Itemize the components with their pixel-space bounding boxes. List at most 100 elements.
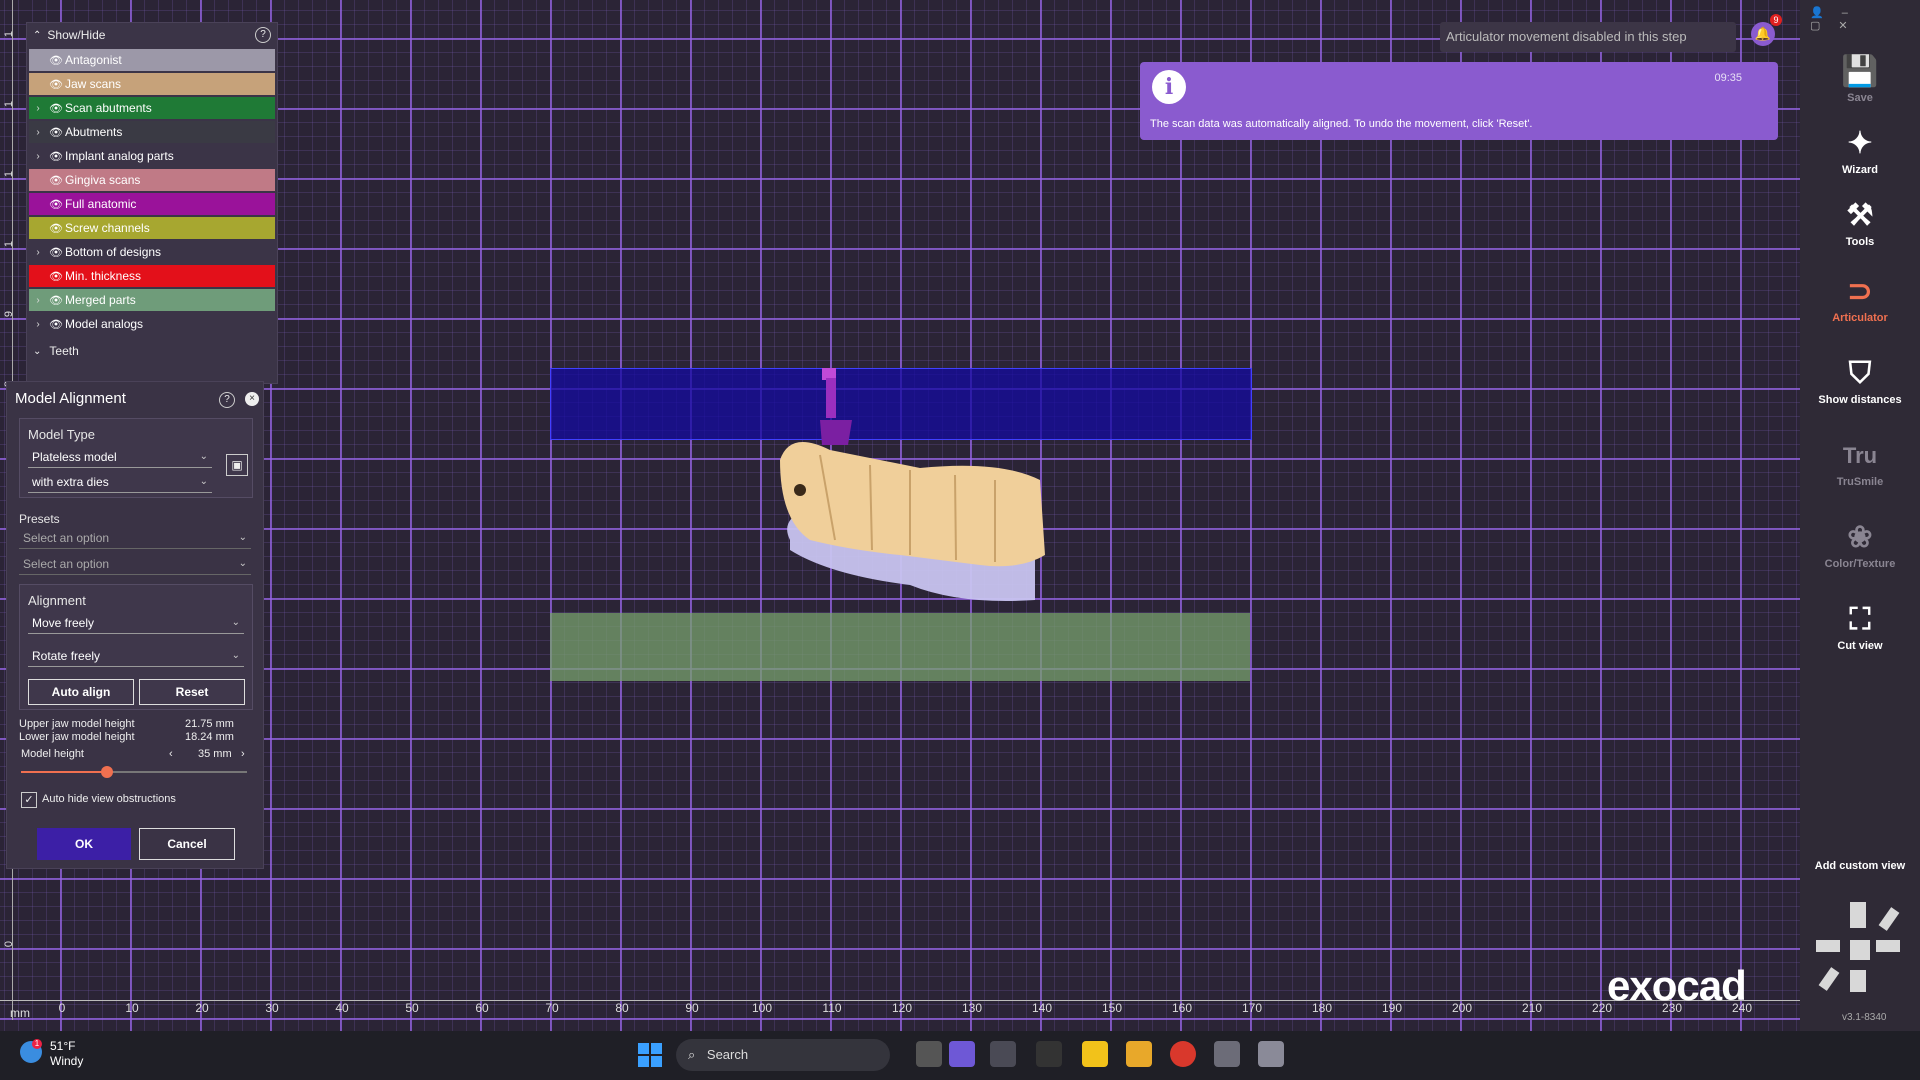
- tools-tool[interactable]: ⚒ Tools: [1800, 196, 1920, 248]
- layer-row[interactable]: › 👁 Merged parts: [29, 289, 275, 311]
- chevron-right-icon[interactable]: ›: [29, 295, 47, 306]
- show-hide-list: 👁 Antagonist 👁 Jaw scans › 👁 Scan abutments › 👁 A…: [27, 49, 277, 335]
- info-notification[interactable]: i 09:35 The scan data was automatically …: [1140, 62, 1778, 140]
- chevron-right-icon[interactable]: ›: [29, 247, 47, 258]
- model-alignment-dialog: Model Alignment ? × Model Type Plateless…: [6, 381, 264, 869]
- save-tool[interactable]: 💾 Save: [1800, 52, 1920, 104]
- show-hide-header[interactable]: ⌃ Show/Hide ?: [27, 23, 277, 47]
- reset-button[interactable]: Reset: [139, 679, 245, 705]
- wizard-tool[interactable]: ✦ Wizard: [1800, 124, 1920, 176]
- layer-label: Bottom of designs: [65, 245, 162, 259]
- chrome-icon[interactable]: [1170, 1041, 1196, 1067]
- ruler-y-label: 1: [3, 170, 16, 178]
- alignment-label: Alignment: [28, 593, 86, 608]
- ruler-tick-label: 140: [1031, 1001, 1053, 1015]
- file-explorer-icon[interactable]: [1126, 1041, 1152, 1067]
- decrease-arrow[interactable]: ‹: [169, 748, 173, 760]
- help-icon[interactable]: ?: [219, 392, 235, 408]
- rotate-select[interactable]: Rotate freely ⌄: [28, 646, 244, 667]
- eye-icon[interactable]: 👁: [47, 294, 65, 307]
- eye-icon[interactable]: 👁: [47, 54, 65, 67]
- add-custom-view-button[interactable]: Add custom view: [1800, 860, 1920, 872]
- ruler-tick-label: 10: [125, 1001, 139, 1015]
- weather-widget[interactable]: 51°F Windy: [50, 1039, 83, 1069]
- chevron-right-icon[interactable]: ›: [29, 127, 47, 138]
- layer-row[interactable]: 👁 Screw channels: [29, 217, 275, 239]
- notification-time: 09:35: [1714, 72, 1742, 84]
- cad-app-icon[interactable]: [1258, 1041, 1284, 1067]
- notification-message: The scan data was automatically aligned.…: [1150, 118, 1533, 130]
- next-app-icon[interactable]: [1036, 1041, 1062, 1067]
- eye-icon[interactable]: 👁: [47, 198, 65, 211]
- trusmile-tool[interactable]: Tru TruSmile: [1800, 436, 1920, 488]
- layer-row[interactable]: 👁 Jaw scans: [29, 73, 275, 95]
- model-type-select[interactable]: Plateless model ⌄: [28, 447, 212, 468]
- color-texture-tool[interactable]: ❀ Color/Texture: [1800, 518, 1920, 570]
- show-distances-tool[interactable]: ⛉ Show distances: [1800, 354, 1920, 406]
- task-view-icon[interactable]: [916, 1041, 942, 1067]
- chevron-down-icon[interactable]: ⌄: [33, 346, 41, 357]
- articulator-tool-label: Articulator: [1832, 312, 1888, 324]
- layer-row[interactable]: 👁 Antagonist: [29, 49, 275, 71]
- save-preset-icon[interactable]: ▣: [226, 454, 248, 476]
- dies-select[interactable]: with extra dies ⌄: [28, 472, 212, 493]
- layer-row[interactable]: 👁 Min. thickness: [29, 265, 275, 287]
- eye-icon[interactable]: 👁: [47, 174, 65, 187]
- preset-select-2[interactable]: Select an option ⌄: [19, 554, 251, 575]
- lower-model-plate[interactable]: [550, 613, 1250, 681]
- jaw-scan-model[interactable]: [760, 350, 1070, 610]
- articulator-icon: ⊃: [1847, 275, 1873, 308]
- ruler-tick-label: 0: [58, 1001, 66, 1015]
- layer-row[interactable]: 👁 Gingiva scans: [29, 169, 275, 191]
- cut-view-tool[interactable]: ⛶ Cut view: [1800, 600, 1920, 652]
- eye-icon[interactable]: 👁: [47, 318, 65, 331]
- increase-arrow[interactable]: ›: [241, 748, 245, 760]
- help-icon[interactable]: ?: [255, 27, 271, 43]
- preset-select-1[interactable]: Select an option ⌄: [19, 528, 251, 549]
- chevron-right-icon[interactable]: ›: [29, 319, 47, 330]
- eye-icon[interactable]: 👁: [47, 102, 65, 115]
- eye-icon[interactable]: 👁: [47, 270, 65, 283]
- model-type-value: Plateless model: [32, 450, 117, 464]
- layer-row[interactable]: › 👁 Model analogs: [29, 313, 275, 335]
- tools-tool-label: Tools: [1845, 236, 1875, 248]
- layer-row[interactable]: 👁 Full anatomic: [29, 193, 275, 215]
- eye-icon[interactable]: 👁: [47, 78, 65, 91]
- ok-button[interactable]: OK: [37, 828, 131, 860]
- windows-start-icon[interactable]: [638, 1043, 662, 1067]
- layer-row[interactable]: › 👁 Scan abutments: [29, 97, 275, 119]
- teams-icon[interactable]: [949, 1041, 975, 1067]
- ruler-tick-label: 60: [475, 1001, 489, 1015]
- show-hide-title: Show/Hide: [47, 28, 106, 42]
- window-controls[interactable]: 👤–▢✕: [1810, 6, 1920, 32]
- cancel-button[interactable]: Cancel: [139, 828, 235, 860]
- model-height-slider[interactable]: [21, 766, 247, 778]
- bell-icon[interactable]: 🔔: [1751, 22, 1775, 46]
- chevron-right-icon[interactable]: ›: [29, 103, 47, 114]
- ruler-tick-label: 170: [1241, 1001, 1263, 1015]
- chevron-up-icon[interactable]: ⌃: [33, 30, 41, 41]
- chevron-right-icon[interactable]: ›: [29, 151, 47, 162]
- show-distances-label: Show distances: [1818, 394, 1902, 406]
- eye-icon[interactable]: 👁: [47, 222, 65, 235]
- lower-jaw-height-value: 18.24 mm: [185, 731, 234, 743]
- auto-hide-checkbox[interactable]: ✓: [21, 792, 37, 808]
- ruler-y-label: 1: [3, 100, 16, 108]
- slider-handle[interactable]: [100, 766, 113, 778]
- sticky-notes-icon[interactable]: [1082, 1041, 1108, 1067]
- exocad-app-icon[interactable]: [1214, 1041, 1240, 1067]
- eye-icon[interactable]: 👁: [47, 150, 65, 163]
- layer-row[interactable]: › 👁 Implant analog parts: [29, 145, 275, 167]
- move-select[interactable]: Move freely ⌄: [28, 613, 244, 634]
- view-cube-icon[interactable]: [1816, 902, 1906, 992]
- articulator-tool[interactable]: ⊃ Articulator: [1800, 272, 1920, 324]
- auto-align-button[interactable]: Auto align: [28, 679, 134, 705]
- layer-row[interactable]: › 👁 Bottom of designs: [29, 241, 275, 263]
- eye-icon[interactable]: 👁: [47, 126, 65, 139]
- eye-icon[interactable]: 👁: [47, 246, 65, 259]
- close-icon[interactable]: ×: [245, 392, 259, 406]
- taskbar-search[interactable]: ⌕ Search: [676, 1039, 890, 1071]
- layer-row[interactable]: › 👁 Abutments: [29, 121, 275, 143]
- snipping-tool-icon[interactable]: [990, 1041, 1016, 1067]
- teeth-group[interactable]: ⌄ Teeth: [27, 339, 277, 363]
